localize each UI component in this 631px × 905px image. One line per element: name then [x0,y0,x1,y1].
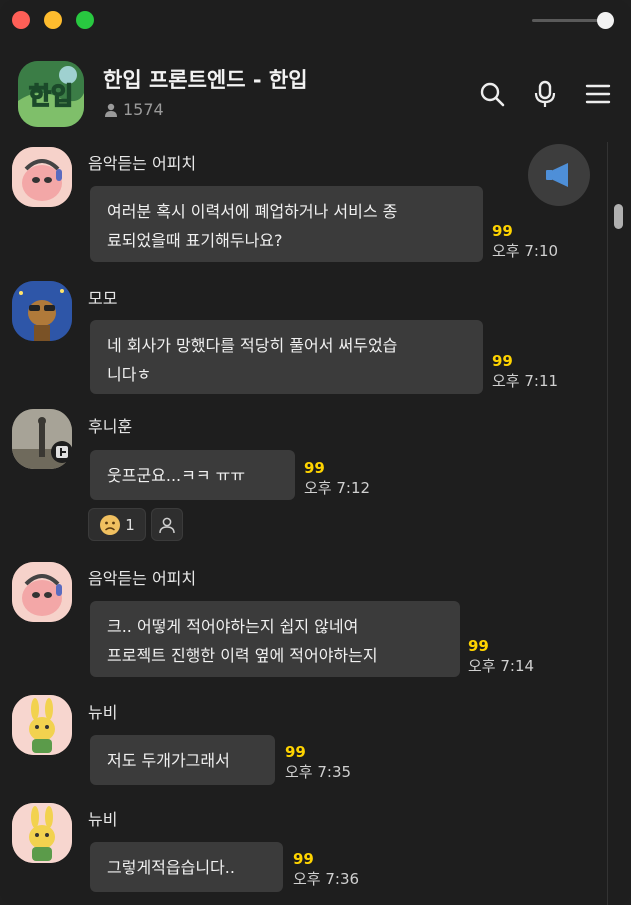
message-line: 여러분 혹시 이력서에 폐업하거나 서비스 종 [107,202,398,221]
message-line: 료되었을때 표기해두나요? [107,231,283,250]
message-bubble[interactable]: 네 회사가 망했다를 적당히 풀어서 써두었습 니다ㅎ [90,320,483,394]
avatar[interactable] [12,562,72,622]
scrollbar-thumb[interactable] [614,204,623,229]
message-meta: 99 오후 7:11 [492,351,558,391]
message: 모모 네 회사가 망했다를 적당히 풀어서 써두었습 니다ㅎ 99 오후 7:1… [0,267,600,397]
microphone-icon[interactable] [531,80,559,108]
person-icon [105,103,117,117]
message-time: 오후 7:36 [293,870,360,888]
message-line: 니다ㅎ [107,365,152,384]
message-bubble[interactable]: 저도 두개가그래서 [90,735,275,785]
title-bar [0,0,631,42]
message: 뉴비 저도 두개가그래서 99 오후 7:35 [0,687,600,792]
avatar[interactable] [12,695,72,755]
person-icon [159,517,175,533]
room-avatar-text: 한입 [29,82,73,110]
minimize-button[interactable] [44,11,62,29]
avatar[interactable] [12,147,72,207]
sender-name: 음악듣는 어피치 [88,569,197,588]
zoom-button[interactable] [76,11,94,29]
message-line: 네 회사가 망했다를 적당히 풀어서 써두었습 [107,336,398,355]
room-title: 한입 프론트엔드 - 한입 [103,68,308,92]
opacity-slider-thumb[interactable] [597,12,614,29]
message-bubble[interactable]: 크.. 어떻게 적어야하는지 쉽지 않네여 프로젝트 진행한 이력 옆에 적어야… [90,601,460,677]
message-line: 웃프군요...ㅋㅋ ㅠㅠ [107,466,246,485]
sad-face-icon [100,514,121,535]
message: 뉴비 그렇게적읍습니다.. 99 오후 7:36 [0,797,600,905]
reaction-user-button[interactable] [151,508,183,541]
unread-count: 99 [492,352,513,370]
unread-count: 99 [293,850,314,868]
unread-count: 99 [285,743,306,761]
message-time: 오후 7:10 [492,242,559,260]
message-time: 오후 7:14 [468,657,535,675]
message-bubble[interactable]: 그렇게적읍습니다.. [90,842,283,892]
message-meta: 99 오후 7:35 [285,742,351,782]
member-count-value: 1574 [123,100,164,119]
opacity-slider-track[interactable] [532,19,606,22]
reaction-chip[interactable]: 1 [88,508,146,541]
message: 후니훈 웃프군요...ㅋㅋ ㅠㅠ 99 오후 7:12 1 [0,397,600,547]
message-line: 저도 두개가그래서 [107,751,230,770]
message-list[interactable]: 음악듣는 어피치 여러분 혹시 이력서에 폐업하거나 서비스 종 료되었을때 표… [0,137,631,905]
sender-name: 음악듣는 어피치 [88,154,197,173]
notice-button[interactable] [528,144,590,206]
avatar[interactable] [12,803,72,863]
chat-window: 한입 한입 프론트엔드 - 한입 1574 음악듣는 어피치 여러분 혹시 이력… [0,0,631,905]
menu-icon[interactable] [584,80,612,108]
message-bubble[interactable]: 웃프군요...ㅋㅋ ㅠㅠ [90,450,295,500]
megaphone-icon [546,163,568,187]
message-line: 크.. 어떻게 적어야하는지 쉽지 않네여 [107,617,359,636]
message-bubble[interactable]: 여러분 혹시 이력서에 폐업하거나 서비스 종 료되었을때 표기해두나요? [90,186,483,262]
message-meta: 99 오후 7:12 [304,458,370,498]
sender-name: 모모 [88,289,118,308]
room-avatar[interactable]: 한입 [18,61,84,127]
unread-count: 99 [492,222,513,240]
scrollbar-track[interactable] [607,142,624,905]
message: 음악듣는 어피치 크.. 어떻게 적어야하는지 쉽지 않네여 프로젝트 진행한 … [0,552,600,687]
member-count: 1574 [104,100,164,119]
reaction-count: 1 [125,515,135,534]
message-meta: 99 오후 7:10 [492,221,558,261]
badge-icon [51,441,73,463]
sender-name: 뉴비 [88,703,118,722]
message-line: 그렇게적읍습니다.. [107,858,235,877]
message-time: 오후 7:11 [492,372,559,390]
close-button[interactable] [12,11,30,29]
message-time: 오후 7:12 [304,479,371,497]
message: 음악듣는 어피치 여러분 혹시 이력서에 폐업하거나 서비스 종 료되었을때 표… [0,137,600,267]
unread-count: 99 [304,459,325,477]
message-time: 오후 7:35 [285,763,352,781]
sender-name: 뉴비 [88,810,118,829]
search-icon[interactable] [478,80,506,108]
message-line: 프로젝트 진행한 이력 옆에 적어야하는지 [107,646,378,665]
avatar[interactable] [12,281,72,341]
message-meta: 99 오후 7:14 [468,636,534,676]
message-meta: 99 오후 7:36 [293,849,359,889]
chat-header: 한입 한입 프론트엔드 - 한입 1574 [0,42,631,137]
unread-count: 99 [468,637,489,655]
sender-name: 후니훈 [88,417,133,436]
